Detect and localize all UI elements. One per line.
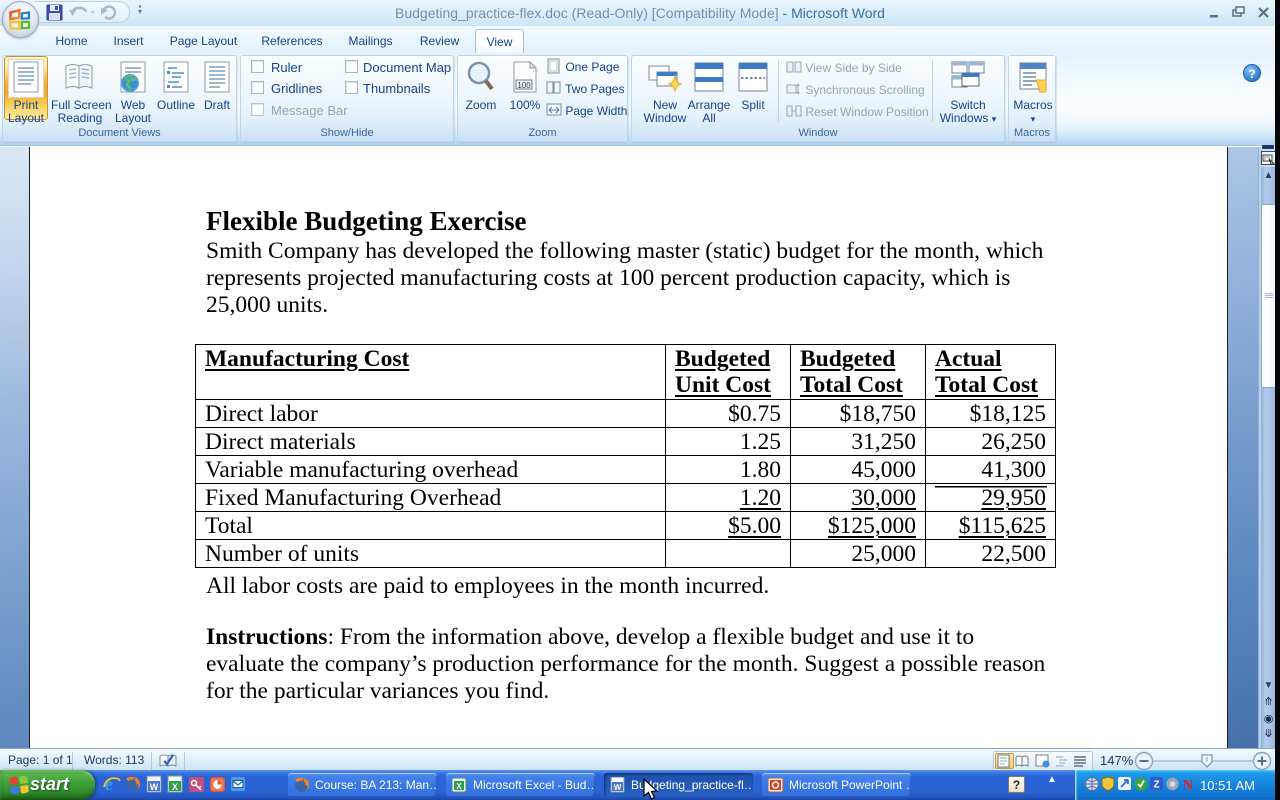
svg-text:X: X xyxy=(172,782,178,792)
svg-text:Z: Z xyxy=(1153,780,1159,791)
svg-text:W: W xyxy=(150,782,159,792)
svg-text:W: W xyxy=(614,783,622,792)
svg-text:100: 100 xyxy=(517,81,531,90)
svg-text:X: X xyxy=(456,782,462,791)
svg-text:N: N xyxy=(1183,778,1194,794)
